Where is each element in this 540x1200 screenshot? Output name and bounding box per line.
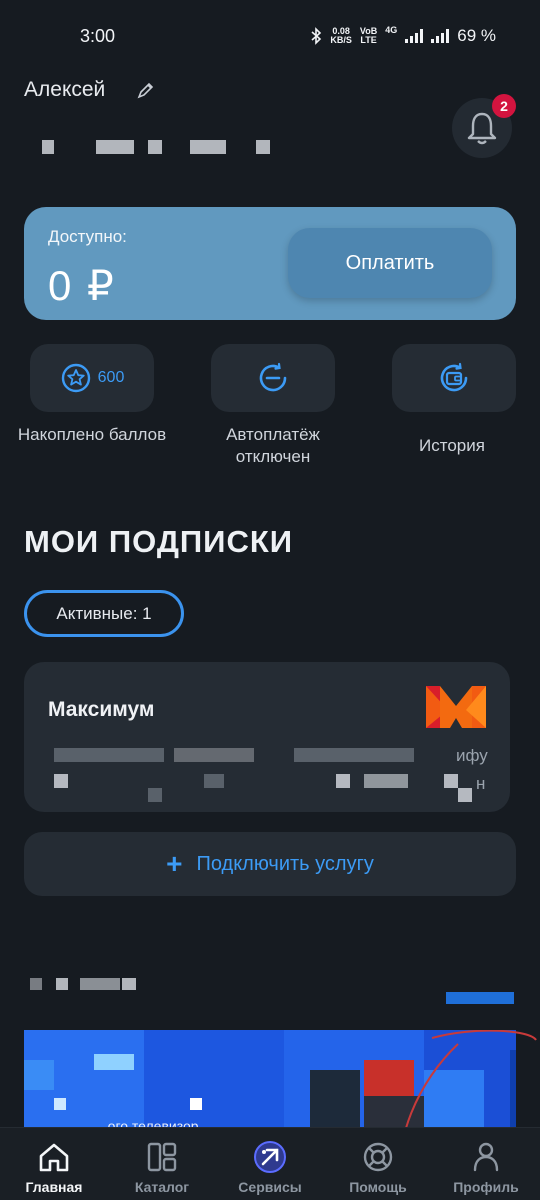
see-all-link-redacted[interactable] <box>446 992 514 1004</box>
pay-button[interactable]: Оплатить <box>288 228 492 298</box>
volte-indicator: VoB LTE <box>360 27 377 45</box>
lifebuoy-icon <box>361 1140 395 1174</box>
wallet-history-icon <box>440 362 468 392</box>
balance-card: Доступно: 0 ₽ Оплатить <box>24 207 516 320</box>
subscription-tail-2: н <box>476 774 486 793</box>
maximum-logo-icon <box>426 686 486 728</box>
net-speed-unit: KB/S <box>330 35 352 45</box>
catalog-icon <box>145 1140 179 1174</box>
nav-home[interactable]: Главная <box>0 1128 108 1200</box>
nav-home-label: Главная <box>25 1179 83 1195</box>
plus-icon: + <box>166 848 183 879</box>
nav-profile[interactable]: Профиль <box>432 1128 540 1200</box>
battery-level: 69 % <box>457 26 496 45</box>
volte-bottom: LTE <box>360 35 377 45</box>
nav-help[interactable]: Помощь <box>324 1128 432 1200</box>
nav-profile-label: Профиль <box>453 1179 519 1195</box>
points-tile[interactable]: 600 <box>30 344 154 412</box>
history-tile[interactable] <box>392 344 516 412</box>
connect-service-button[interactable]: + Подключить услугу <box>24 832 516 896</box>
bottom-navigation: Главная Каталог Сервисы Помощь Профиль <box>0 1127 540 1200</box>
balance-value: 0 ₽ <box>48 262 116 309</box>
edit-pencil-icon[interactable] <box>136 80 156 100</box>
services-icon <box>253 1140 287 1174</box>
nav-services-label: Сервисы <box>238 1179 302 1195</box>
star-circle-icon <box>61 363 90 393</box>
autopay-label: Автоплатёж отключен <box>226 425 320 466</box>
signal-icon-2 <box>431 29 450 43</box>
autopay-tile[interactable] <box>211 344 335 412</box>
subscription-title: Максимум <box>48 698 155 721</box>
promo-banner[interactable]: ...ого телевизор <box>24 1030 516 1140</box>
status-time: 3:00 <box>80 26 116 46</box>
subscriptions-title: МОИ ПОДПИСКИ <box>24 524 294 559</box>
notification-badge: 2 <box>492 94 516 118</box>
active-filter-chip[interactable]: Активные: 1 <box>24 590 184 637</box>
subscription-tail-1: ифу <box>456 746 488 765</box>
nav-help-label: Помощь <box>349 1179 407 1195</box>
status-indicators: 0.08 KB/S VoB LTE 4G 69 % <box>310 26 496 46</box>
minus-circle-icon <box>259 362 287 392</box>
network-type: 4G <box>385 25 398 35</box>
bluetooth-icon <box>311 27 322 45</box>
connect-service-label: Подключить услугу <box>196 852 374 875</box>
home-icon <box>37 1140 71 1174</box>
profile-icon <box>469 1140 503 1174</box>
subscription-card[interactable]: Максимум ифу н <box>24 662 510 812</box>
status-bar: 3:00 0.08 KB/S VoB LTE 4G 69 % <box>0 0 540 72</box>
nav-services[interactable]: Сервисы <box>216 1128 324 1200</box>
history-label: История <box>419 436 485 455</box>
nav-catalog[interactable]: Каталог <box>108 1128 216 1200</box>
net-speed: 0.08 KB/S <box>330 27 352 45</box>
user-name[interactable]: Алексей <box>24 78 105 102</box>
points-value: 600 <box>97 369 125 386</box>
points-label: Накоплено баллов <box>17 425 167 444</box>
balance-label: Доступно: <box>48 227 127 246</box>
signal-icon <box>405 29 424 43</box>
bell-icon <box>467 112 497 145</box>
nav-catalog-label: Каталог <box>134 1179 190 1195</box>
